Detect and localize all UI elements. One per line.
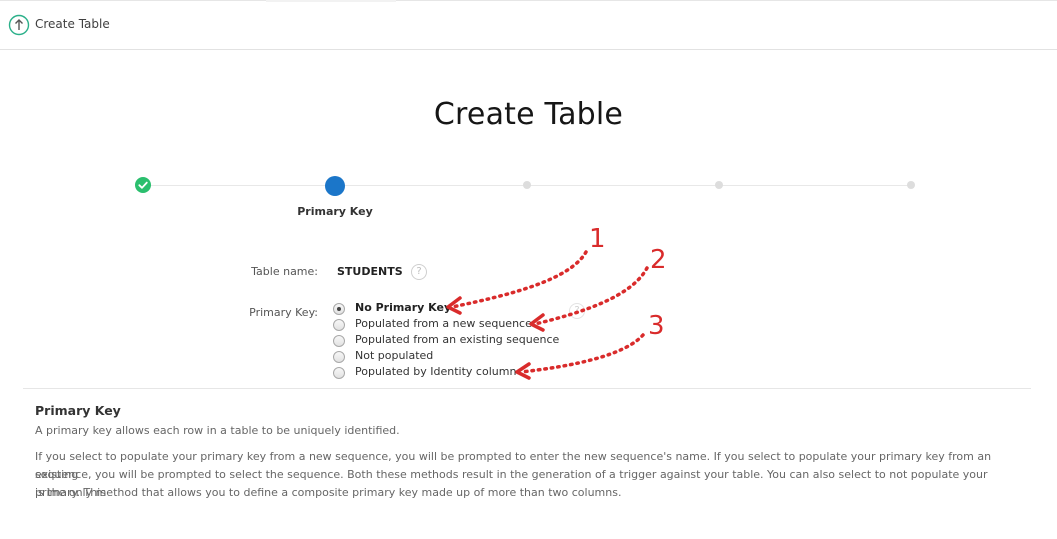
help-text-line: is the only method that allows you to de… [35, 486, 622, 499]
annotation-number-3: 3 [648, 311, 665, 341]
annotation-arrow-2 [533, 266, 649, 326]
help-summary: A primary key allows each row in a table… [35, 424, 400, 437]
annotation-number-1: 1 [589, 224, 606, 254]
help-title: Primary Key [35, 403, 121, 418]
annotation-arrow-3 [519, 333, 645, 374]
annotation-number-2: 2 [650, 245, 667, 275]
annotation-arrow-1 [450, 250, 588, 309]
section-divider [23, 388, 1031, 389]
